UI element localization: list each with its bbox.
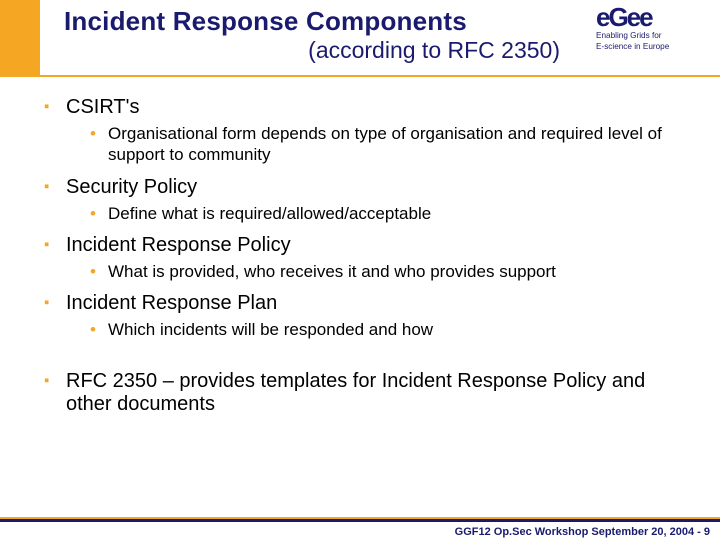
footer-divider <box>0 519 720 522</box>
bullet-level1: Incident Response Plan <box>44 292 684 315</box>
bullet-level2: Define what is required/allowed/acceptab… <box>44 203 684 224</box>
bullet-level1: CSIRT's <box>44 96 684 119</box>
bullet-level1: Incident Response Policy <box>44 234 684 257</box>
slide-body: CSIRT's Organisational form depends on t… <box>44 90 684 418</box>
bullet-level2: What is provided, who receives it and wh… <box>44 261 684 282</box>
bullet-level1: RFC 2350 – provides templates for Incide… <box>44 370 684 416</box>
logo: eGee Enabling Grids for E-science in Eur… <box>596 6 714 51</box>
slide-header: Incident Response Components (according … <box>40 0 590 75</box>
logo-tagline-2: E-science in Europe <box>596 42 714 51</box>
footer-text: GGF12 Op.Sec Workshop September 20, 2004… <box>455 526 710 538</box>
slide-subtitle: (according to RFC 2350) <box>64 37 580 64</box>
bullet-level2: Organisational form depends on type of o… <box>44 123 684 166</box>
bullet-level2: Which incidents will be responded and ho… <box>44 319 684 340</box>
header-divider <box>0 75 720 77</box>
logo-tagline-1: Enabling Grids for <box>596 31 714 40</box>
bullet-level1: Security Policy <box>44 176 684 199</box>
logo-text: eGee <box>596 6 714 29</box>
accent-sidebar <box>0 0 40 75</box>
slide-title: Incident Response Components <box>64 6 580 37</box>
